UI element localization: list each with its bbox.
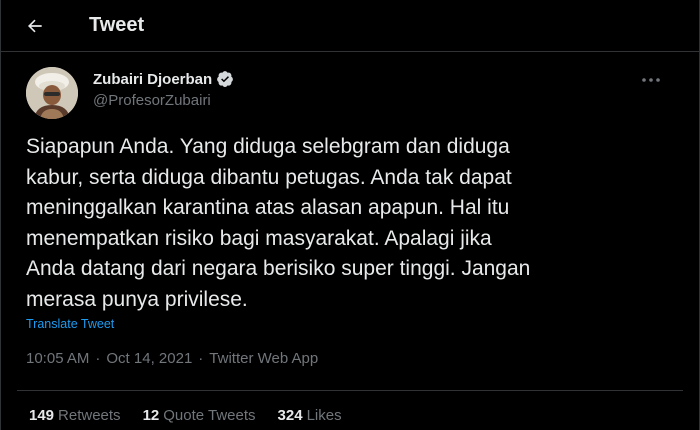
tweet-date[interactable]: Oct 14, 2021 <box>106 350 192 367</box>
profile-photo-icon <box>26 67 78 119</box>
meta-separator: · <box>95 350 101 367</box>
likes-stat[interactable]: 324 Likes <box>278 407 342 424</box>
tweet-stats: 149 Retweets 12 Quote Tweets 324 Likes <box>29 407 364 424</box>
quote-tweets-label: Quote Tweets <box>163 407 256 424</box>
arrow-left-icon <box>28 19 42 33</box>
tweet-metadata: 10:05 AM · Oct 14, 2021 · Twitter Web Ap… <box>26 350 318 367</box>
likes-label: Likes <box>306 407 342 424</box>
quote-tweets-count: 12 <box>142 407 160 424</box>
quote-tweets-stat[interactable]: 12 Quote Tweets <box>143 407 256 424</box>
retweets-stat[interactable]: 149 Retweets <box>29 407 121 424</box>
author-handle[interactable]: @ProfesorZubairi <box>93 92 211 109</box>
retweets-count: 149 <box>29 407 55 424</box>
author-display-name[interactable]: Zubairi Djoerban <box>93 71 212 88</box>
likes-count: 324 <box>277 407 303 424</box>
back-button[interactable] <box>17 8 53 44</box>
divider <box>17 390 683 391</box>
tweet-source[interactable]: Twitter Web App <box>209 350 318 367</box>
more-options-button[interactable] <box>637 68 665 92</box>
avatar[interactable] <box>26 67 78 119</box>
page-title: Tweet <box>89 14 145 36</box>
author-name-row[interactable]: Zubairi Djoerban <box>93 70 234 88</box>
meta-separator: · <box>198 350 204 367</box>
more-horizontal-icon <box>642 78 660 82</box>
tweet-detail-page: Tweet Zubairi Djoerban @ProfesorZubairi … <box>0 0 700 430</box>
verified-badge-icon <box>217 71 234 88</box>
tweet-time[interactable]: 10:05 AM <box>26 350 89 367</box>
tweet-text: Siapapun Anda. Yang diduga selebgram dan… <box>26 135 531 311</box>
retweets-label: Retweets <box>58 407 121 424</box>
page-header: Tweet <box>1 0 700 52</box>
translate-tweet-link[interactable]: Translate Tweet <box>26 317 114 331</box>
